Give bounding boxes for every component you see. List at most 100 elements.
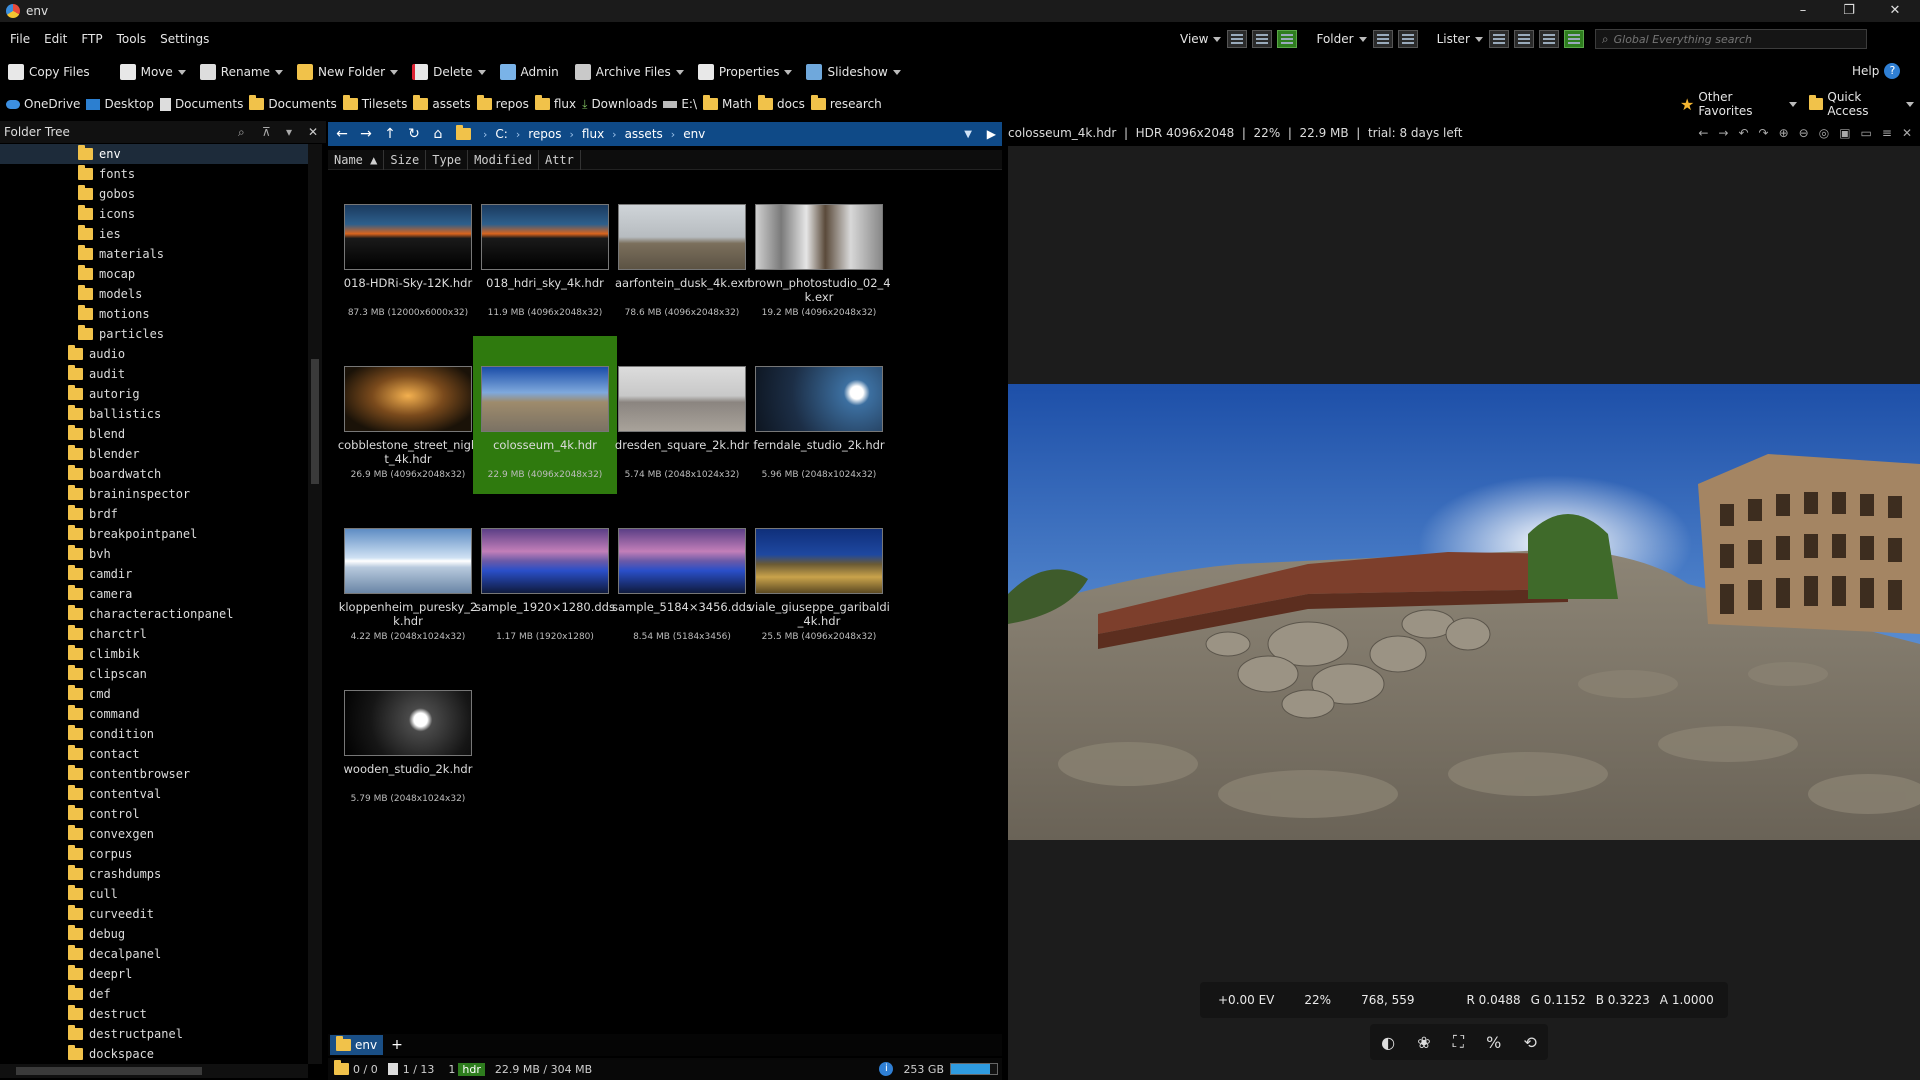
info-icon[interactable]: i (879, 1062, 894, 1076)
viewer-pane-icon[interactable] (1563, 30, 1584, 48)
search-icon[interactable]: ⌕ (238, 125, 245, 140)
tree-item[interactable]: curveedit (0, 904, 308, 924)
menu-file[interactable]: File (3, 32, 37, 46)
breadcrumb-assets[interactable]: assets (625, 127, 663, 141)
column-modified[interactable]: Modified (468, 149, 539, 170)
chevron-down-icon[interactable]: ▼ (964, 129, 972, 140)
tree-item[interactable]: motions (0, 304, 308, 324)
global-search-box[interactable]: ⌕ (1594, 29, 1867, 49)
tree-item[interactable]: contentval (0, 784, 308, 804)
tree-horizontal-scrollbar[interactable] (0, 1064, 308, 1078)
panorama-image[interactable] (1008, 384, 1920, 840)
tree-item[interactable]: blend (0, 424, 308, 444)
tree-vertical-scrollbar[interactable] (308, 144, 322, 1064)
maximize-button[interactable]: ❐ (1826, 0, 1872, 22)
close-icon[interactable]: ✕ (1902, 126, 1912, 140)
fav-tilesets[interactable]: Tilesets (342, 95, 407, 111)
tree-item[interactable]: control (0, 804, 308, 824)
fav-downloads[interactable]: ⤓ Downloads (582, 97, 657, 112)
reset-icon[interactable]: ⟲ (1523, 1033, 1536, 1052)
home-icon[interactable]: ⌂ (428, 126, 448, 142)
tree-item[interactable]: contentbrowser (0, 764, 308, 784)
tree-item[interactable]: crashdumps (0, 864, 308, 884)
tree-item[interactable]: destruct (0, 1004, 308, 1024)
tree-item[interactable]: contact (0, 744, 308, 764)
admin-button[interactable]: Admin (499, 64, 559, 80)
tree-item[interactable]: dockspace (0, 1044, 308, 1064)
minimize-button[interactable]: – (1780, 0, 1826, 22)
file-tile[interactable]: colosseum_4k.hdr 22.9 MB (4096x2048x32) (473, 336, 617, 494)
quick-access-menu[interactable]: Quick Access (1827, 90, 1901, 118)
file-tile[interactable]: aarfontein_dusk_4k.exr 78.6 MB (4096x2048… (610, 174, 754, 332)
power-view-icon[interactable] (1252, 30, 1273, 48)
layout-icon[interactable]: ▣ (1839, 126, 1850, 140)
panel-toggle-icon[interactable]: ▶ (987, 127, 996, 141)
previous-icon[interactable]: ← (1698, 126, 1708, 140)
tree-item[interactable]: ies (0, 224, 308, 244)
fav-drive-e[interactable]: E:\ (663, 97, 697, 111)
tree-item[interactable]: decalpanel (0, 944, 308, 964)
tree-item[interactable]: climbik (0, 644, 308, 664)
rotate-left-icon[interactable]: ↶ (1738, 126, 1748, 140)
fav-onedrive[interactable]: OneDrive (6, 97, 80, 111)
file-tile[interactable]: brown_photostudio_02_4k.exr 19.2 MB (4096… (747, 174, 891, 332)
menu-ftp[interactable]: FTP (74, 32, 109, 46)
tree-item[interactable]: boardwatch (0, 464, 308, 484)
tab-env[interactable]: env (330, 1035, 384, 1055)
global-search-input[interactable] (1613, 32, 1844, 46)
tree-item[interactable]: camera (0, 584, 308, 604)
tree-item[interactable]: breakpointpanel (0, 524, 308, 544)
tree-item[interactable]: condition (0, 724, 308, 744)
tree-item[interactable]: debug (0, 924, 308, 944)
view-menu[interactable]: View (1180, 32, 1208, 46)
help-menu[interactable]: Help (1852, 64, 1879, 78)
fav-docs[interactable]: docs (758, 95, 805, 111)
rename-button[interactable]: Rename (199, 64, 289, 80)
next-icon[interactable]: → (1718, 126, 1728, 140)
zoom-in-icon[interactable]: ⊕ (1779, 126, 1789, 140)
breadcrumb-flux[interactable]: flux (582, 127, 604, 141)
file-tile[interactable]: sample_5184×3456.dds 8.54 MB (5184x3456) (610, 498, 754, 656)
other-favorites-menu[interactable]: Other Favorites (1698, 90, 1784, 118)
tree-item[interactable]: brdf (0, 504, 308, 524)
column-name[interactable]: Name ▲ (328, 149, 385, 170)
copy-files-button[interactable]: Copy Files (8, 64, 90, 80)
menu-tools[interactable]: Tools (110, 32, 154, 46)
file-tile[interactable]: wooden_studio_2k.hdr 5.79 MB (2048x1024x3… (336, 660, 480, 818)
file-tile[interactable]: kloppenheim_puresky_2k.hdr 4.22 MB (2048x… (336, 498, 480, 656)
fav-documents[interactable]: Documents (159, 97, 243, 111)
fav-desktop[interactable]: Desktop (86, 97, 154, 111)
tree-item[interactable]: materials (0, 244, 308, 264)
tree-item[interactable]: fonts (0, 164, 308, 184)
tree-item[interactable]: command (0, 704, 308, 724)
tree-item[interactable]: def (0, 984, 308, 1004)
lister-menu[interactable]: Lister (1437, 32, 1470, 46)
tree-item[interactable]: deeprl (0, 964, 308, 984)
dual-horizontal-icon[interactable] (1538, 30, 1559, 48)
tree-item[interactable]: destructpanel (0, 1024, 308, 1044)
percent-icon[interactable]: % (1486, 1033, 1501, 1052)
exposure-icon[interactable]: ◐ (1381, 1033, 1395, 1052)
tree-item[interactable]: audio (0, 344, 308, 364)
properties-button[interactable]: Properties (697, 64, 799, 80)
dock-icon[interactable]: ▭ (1861, 126, 1872, 140)
help-icon[interactable]: ? (1884, 63, 1901, 79)
fav-math[interactable]: Math (703, 95, 752, 111)
tree-item[interactable]: bvh (0, 544, 308, 564)
dual-vertical-icon[interactable] (1513, 30, 1534, 48)
channels-icon[interactable]: ❀ (1417, 1033, 1430, 1052)
folder-format-icon[interactable] (1397, 30, 1418, 48)
tree-item[interactable]: cull (0, 884, 308, 904)
move-button[interactable]: Move (119, 64, 192, 80)
tree-item[interactable]: mocap (0, 264, 308, 284)
menu-icon[interactable]: ≡ (1882, 126, 1892, 140)
fav-flux[interactable]: flux (534, 95, 576, 111)
tree-item-env[interactable]: env (0, 144, 308, 164)
tree-item[interactable]: particles (0, 324, 308, 344)
forward-arrow-icon[interactable]: → (356, 126, 376, 142)
menu-settings[interactable]: Settings (153, 32, 216, 46)
column-attr[interactable]: Attr (539, 149, 581, 170)
column-size[interactable]: Size (384, 149, 427, 170)
folder-menu[interactable]: Folder (1316, 32, 1353, 46)
fav-research[interactable]: research (810, 95, 882, 111)
